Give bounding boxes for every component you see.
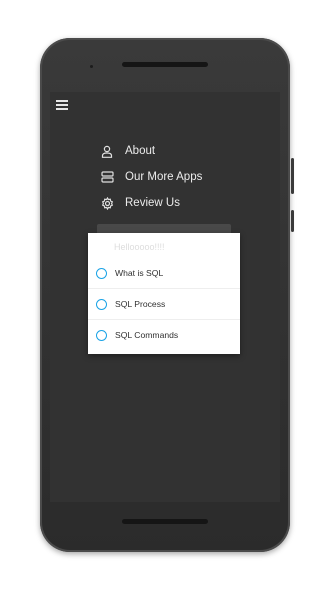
volume-button (291, 158, 294, 194)
hamburger-menu-icon[interactable] (56, 100, 68, 110)
menu-item-about[interactable]: About (100, 144, 155, 158)
option-sql-process[interactable]: SQL Process (88, 289, 240, 319)
menu-item-label: About (125, 145, 156, 157)
gear-icon (100, 196, 114, 210)
power-button (291, 210, 294, 232)
dialog-title: Hellooooo!!!! (114, 242, 165, 252)
radio-button[interactable] (96, 329, 107, 341)
app-screen: About Our More Apps Review Us Hellooooo!… (50, 92, 280, 502)
option-sql-commands[interactable]: SQL Commands (88, 320, 240, 350)
earpiece-speaker (122, 62, 208, 67)
front-camera (90, 65, 93, 68)
option-what-is-sql[interactable]: What is SQL (88, 258, 240, 288)
person-icon (100, 144, 114, 158)
menu-item-review-us[interactable]: Review Us (100, 196, 180, 210)
menu-item-label: Our More Apps (125, 171, 203, 183)
sql-topics-dialog: Hellooooo!!!! What is SQL SQL Process SQ… (88, 233, 240, 354)
apps-icon (100, 170, 114, 184)
menu-item-more-apps[interactable]: Our More Apps (100, 170, 202, 184)
option-label: What is SQL (115, 268, 164, 278)
radio-button[interactable] (96, 298, 107, 310)
radio-button[interactable] (96, 267, 107, 279)
option-label: SQL Process (115, 299, 166, 309)
option-label: SQL Commands (115, 330, 179, 340)
bottom-speaker (122, 519, 208, 524)
phone-frame: About Our More Apps Review Us Hellooooo!… (40, 38, 294, 552)
menu-item-label: Review Us (125, 197, 180, 209)
